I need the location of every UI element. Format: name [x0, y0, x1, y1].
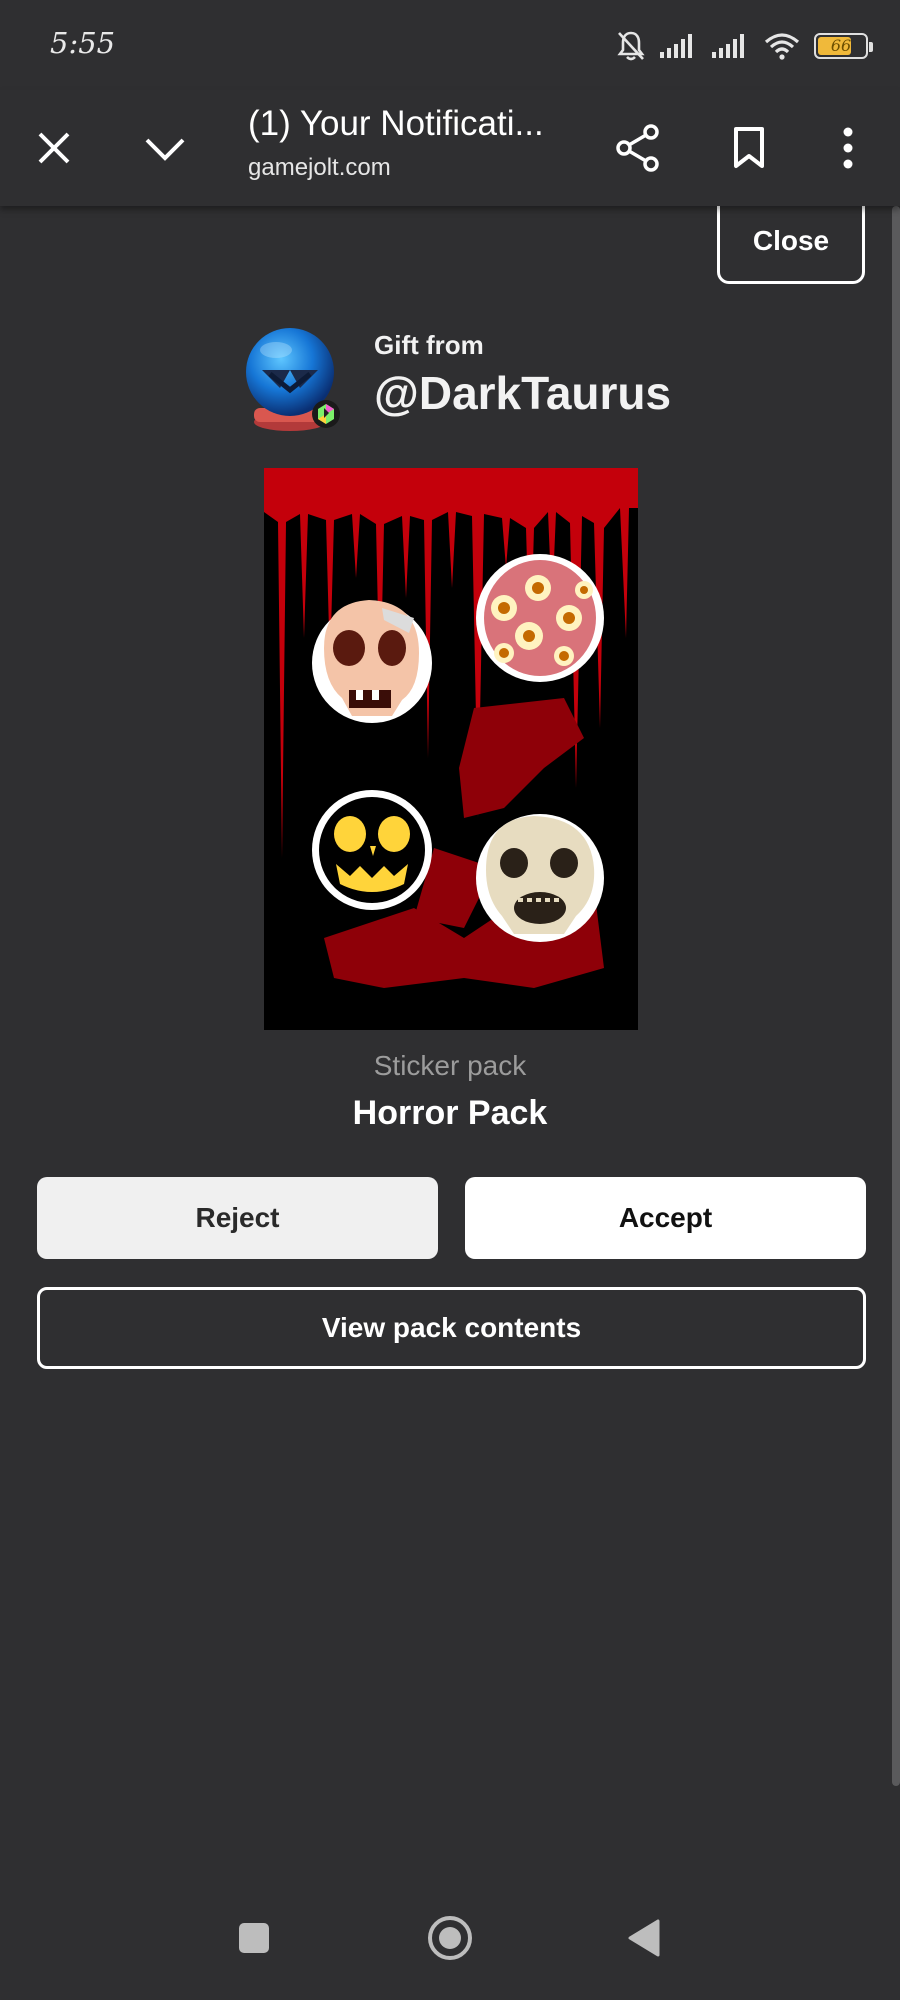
recents-square-icon — [239, 1923, 269, 1953]
avatar[interactable] — [240, 326, 344, 434]
share-button[interactable] — [608, 118, 668, 178]
bookmark-icon — [734, 127, 764, 168]
wifi-icon — [764, 33, 800, 60]
system-nav-bar — [0, 1884, 900, 2000]
gift-dialog — [0, 206, 900, 1884]
mute-bell-icon — [617, 31, 645, 61]
battery-icon: 66 — [814, 33, 873, 59]
page-url: gamejolt.com — [248, 154, 391, 181]
reject-button[interactable]: Reject — [37, 1177, 438, 1259]
gift-from-label: Gift from — [374, 330, 484, 360]
close-icon — [38, 132, 70, 164]
signal-icon — [660, 34, 692, 58]
page-title: (1) Your Notificati... — [248, 104, 544, 143]
accept-button[interactable]: Accept — [465, 1177, 866, 1259]
pack-type-label: Sticker pack — [373, 1050, 527, 1081]
battery-level: 66 — [830, 36, 852, 55]
bookmark-button[interactable] — [719, 118, 779, 178]
close-button[interactable]: Close — [717, 200, 865, 284]
more-vert-icon — [843, 127, 853, 169]
status-bar: 5:55 66 — [0, 0, 900, 90]
signal-icon — [712, 34, 744, 58]
sender-username[interactable]: @DarkTaurus — [374, 366, 671, 420]
back-triangle-icon — [628, 1919, 660, 1957]
home-button[interactable] — [420, 1908, 480, 1968]
pack-name: Horror Pack — [352, 1094, 548, 1132]
back-button[interactable] — [614, 1908, 674, 1968]
scrollbar[interactable] — [892, 206, 900, 1786]
close-tab-button[interactable] — [24, 118, 84, 178]
minimize-button[interactable] — [135, 118, 195, 178]
view-pack-contents-button[interactable]: View pack contents — [37, 1287, 866, 1369]
sticker-pack-image — [264, 468, 638, 1030]
status-icons: 66 — [616, 24, 873, 68]
share-icon — [616, 124, 659, 172]
home-circle-icon — [428, 1916, 472, 1960]
chevron-down-icon — [145, 138, 185, 161]
status-time: 5:55 — [50, 26, 116, 60]
browser-toolbar: (1) Your Notificati... gamejolt.com — [0, 90, 900, 206]
recents-button[interactable] — [224, 1908, 284, 1968]
more-options-button[interactable] — [818, 118, 878, 178]
